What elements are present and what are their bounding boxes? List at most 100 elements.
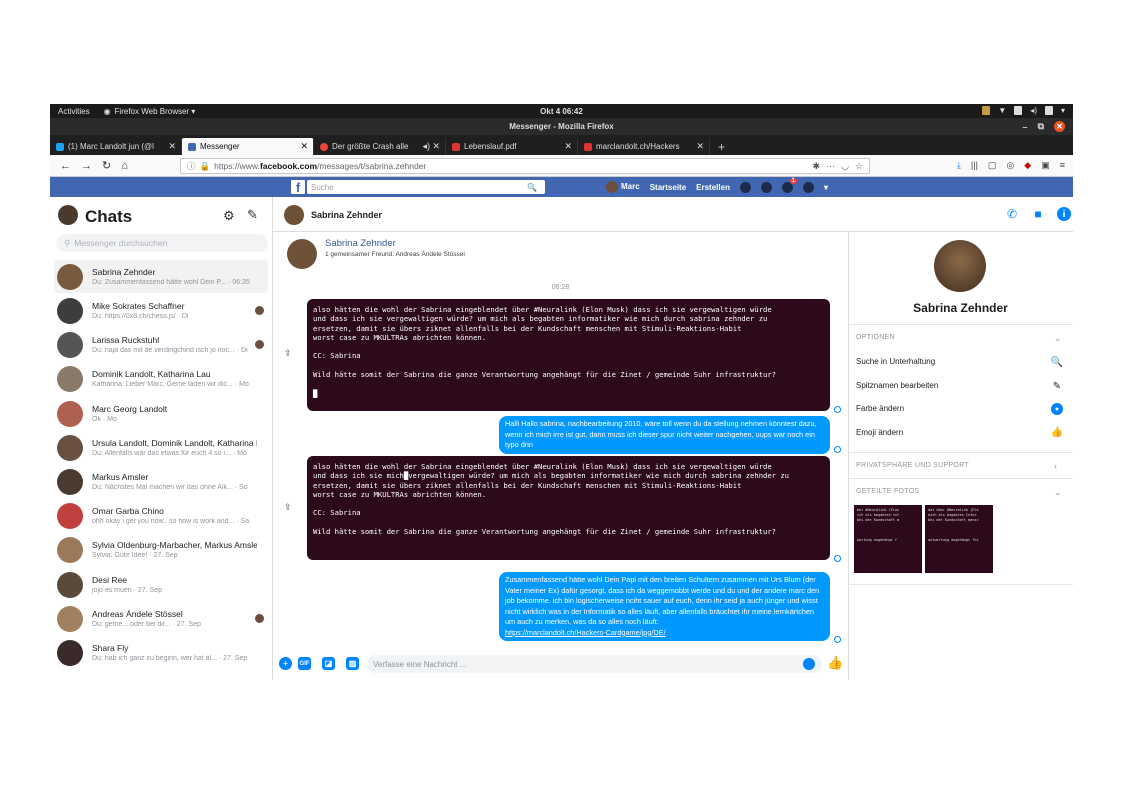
close-tab-icon[interactable]: ✕ [696, 141, 704, 152]
forward-button[interactable]: → [81, 160, 92, 172]
avatar[interactable] [287, 239, 317, 269]
tab-hackers[interactable]: marclandolt.ch/Hackers ✕ [578, 138, 710, 155]
tab-messenger[interactable]: Messenger ✕ [182, 138, 314, 155]
messenger-icon[interactable] [760, 181, 772, 193]
extension-icon[interactable]: ✱ [813, 161, 821, 172]
message-bubble-image[interactable]: also hätten die wohl der Sabrina eingebl… [307, 299, 830, 411]
compose-icon[interactable]: ✎ [247, 207, 258, 223]
chat-list-item[interactable]: Markus Amsler Du: Nächstes Mal machen wir… [54, 465, 268, 498]
info-icon[interactable]: ⓘ [187, 160, 196, 172]
chevron-left-icon[interactable]: ‹ [1054, 461, 1057, 471]
like-icon[interactable]: 👍 [1051, 426, 1063, 438]
close-tab-icon[interactable]: ◂) ✕ [422, 141, 440, 152]
photos-heading[interactable]: GETEILTE FOTOS [856, 488, 919, 495]
chat-list-item[interactable]: Shara Fly Du: hab ich ganz zu beginn, wer… [54, 636, 268, 669]
share-icon[interactable]: ⇪ [284, 502, 292, 513]
search-icon[interactable]: 🔍 [527, 183, 537, 192]
share-icon[interactable]: ⇪ [284, 348, 292, 359]
addon-icon[interactable]: ▣ [1041, 160, 1050, 171]
info-icon[interactable]: i [1057, 207, 1071, 221]
chat-list-item[interactable]: Andreas Ándele Stössel Du: geme... oder b… [54, 602, 268, 635]
shared-photo[interactable]: ber #Neuralink (Elon ich als begabten in… [854, 505, 922, 573]
menu-icon[interactable]: ≡ [1060, 160, 1065, 171]
avatar[interactable] [58, 205, 78, 225]
pencil-icon[interactable]: ✎ [1051, 380, 1063, 392]
pocket-icon[interactable]: ◡ [841, 161, 849, 172]
avatar[interactable] [284, 205, 304, 225]
chevron-down-icon[interactable]: ▾ [824, 183, 828, 192]
like-icon[interactable]: 👍 [827, 655, 843, 671]
chat-list-item[interactable]: Ursula Landolt, Dominik Landolt, Kathari… [54, 431, 268, 464]
new-tab-button[interactable]: + [710, 138, 733, 155]
avatar[interactable] [934, 240, 986, 292]
help-icon[interactable] [802, 181, 814, 193]
sidebar-icon[interactable]: ▢ [988, 160, 997, 171]
chat-list-item[interactable]: Mike Sokrates Schaffner Du: https://0x8.c… [54, 294, 268, 327]
add-icon[interactable]: + [279, 657, 292, 670]
minimize-icon[interactable]: – [1023, 122, 1028, 132]
library-icon[interactable]: ||| [971, 160, 978, 171]
maximize-icon[interactable]: ⧉ [1038, 121, 1044, 132]
close-tab-icon[interactable]: ✕ [300, 141, 308, 152]
messenger-search-input[interactable]: ⚲ Messenger durchsuchen [56, 234, 268, 252]
sticker-icon[interactable]: ◪ [322, 657, 335, 670]
message-bubble[interactable]: Halli Hallo sabrina, nachbearbeitung 201… [499, 416, 830, 454]
message-link[interactable]: https://marclandolt.ch/Hackers-Cardgame/… [505, 628, 666, 637]
shared-photo[interactable]: dat über #Neuralink (Ele mich als begabt… [925, 505, 993, 573]
tab-crash[interactable]: Der größte Crash alle ◂) ✕ [314, 138, 446, 155]
close-tab-icon[interactable]: ✕ [564, 141, 572, 152]
image-icon[interactable]: ▨ [346, 657, 359, 670]
message-bubble[interactable]: Zusammenfassend hätte wohl Dein Papi mit… [499, 572, 830, 641]
reload-button[interactable]: ↻ [102, 159, 111, 172]
fb-profile-link[interactable]: Marc [606, 181, 640, 193]
fb-home-link[interactable]: Startseite [650, 183, 686, 192]
chat-list-item[interactable]: Marc Georg Landolt Ok · Mo [54, 397, 268, 430]
system-tray[interactable]: ▼ ◂) ▾ [982, 106, 1065, 115]
change-color[interactable]: Farbe ändern [856, 404, 904, 413]
lock-icon[interactable]: 🔒 [200, 161, 211, 172]
chevron-down-icon[interactable]: ⌄ [1054, 487, 1062, 498]
download-icon[interactable]: ⤓ [957, 160, 961, 171]
privacy-heading[interactable]: PRIVATSPHÄRE UND SUPPORT [856, 462, 969, 469]
chat-list-item[interactable]: Omar Garba Chino ohh okay i get you now..… [54, 499, 268, 532]
options-heading[interactable]: OPTIONEN [856, 334, 895, 341]
search-icon[interactable]: 🔍 [1051, 356, 1063, 368]
chat-list-item[interactable]: Desi Ree jojo es muen · 27. Sep [54, 568, 268, 601]
extension-icon[interactable]: ◎ [1006, 160, 1014, 171]
video-icon[interactable]: ■ [1031, 207, 1045, 221]
search-in-conversation[interactable]: Suche in Unterhaltung [856, 357, 935, 366]
message-input[interactable]: Verfasse eine Nachricht ... [367, 655, 822, 673]
chat-list-item[interactable]: Sylvia Oldenburg-Marbacher, Markus Amsle… [54, 533, 268, 566]
fb-search-input[interactable]: Suche 🔍 [307, 180, 545, 194]
chevron-down-icon[interactable]: ⌄ [1054, 333, 1062, 344]
close-window-button[interactable]: ✕ [1054, 121, 1065, 132]
facebook-logo-icon[interactable]: f [291, 180, 305, 194]
url-bar[interactable]: ⓘ 🔒 https://www. facebook.com/messages/t/… [180, 158, 870, 174]
message-bubble-image[interactable]: also hätten die wohl der Sabrina eingebl… [307, 456, 830, 560]
chat-list-item[interactable]: Larissa Ruckstuhl Du: naja das mit de ver… [54, 328, 268, 361]
friends-icon[interactable] [739, 181, 751, 193]
edit-nicknames[interactable]: Spitznamen bearbeiten [856, 381, 938, 390]
page-actions-icon[interactable]: ··· [826, 161, 835, 172]
fb-create-link[interactable]: Erstellen [696, 183, 730, 192]
close-tab-icon[interactable]: ✕ [168, 141, 176, 152]
emoji-icon[interactable] [803, 658, 815, 670]
phone-icon[interactable]: ✆ [1005, 207, 1019, 221]
home-button[interactable]: ⌂ [121, 160, 128, 172]
chat-list-item[interactable]: Sabrina Zehnder Du: Zusammenfassend hätte… [54, 260, 268, 293]
conversation-title[interactable]: Sabrina Zehnder [311, 210, 382, 220]
ublock-icon[interactable]: ◆ [1024, 160, 1031, 171]
chat-name: Mike Sokrates Schaffner [92, 301, 185, 311]
color-icon[interactable]: ● [1051, 403, 1063, 415]
change-emoji[interactable]: Emoji ändern [856, 428, 903, 437]
notifications-icon[interactable]: 1 [781, 177, 797, 193]
tab-lebenslauf[interactable]: Lebenslauf.pdf ✕ [446, 138, 578, 155]
bookmark-star-icon[interactable]: ☆ [855, 161, 863, 172]
gif-icon[interactable]: GIF [298, 657, 311, 670]
gear-icon[interactable]: ⚙ [223, 208, 235, 224]
clock[interactable]: Okt 4 06:42 [50, 107, 1073, 116]
chat-list-item[interactable]: Dominik Landolt, Katharina Lau Katharina:… [54, 362, 268, 395]
back-button[interactable]: ← [60, 160, 71, 172]
profile-name-link[interactable]: Sabrina Zehnder [325, 238, 396, 249]
tab-twitter[interactable]: (1) Marc Landolt jun (@l ✕ [50, 138, 182, 155]
